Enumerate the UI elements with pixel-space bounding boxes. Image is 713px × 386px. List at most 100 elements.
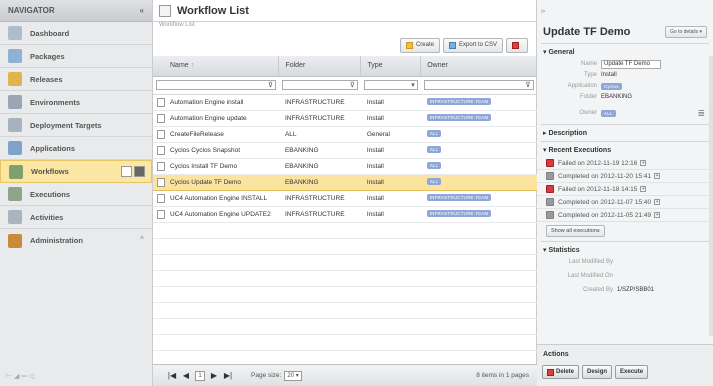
name-input[interactable]: Update TF Demo — [601, 59, 661, 69]
page-size-select[interactable]: 20 ▾ — [284, 370, 302, 381]
cell-type: Install — [360, 110, 421, 127]
sidebar-footer: ⊢ ◢ ═ ◁ — [6, 373, 34, 380]
page-title: Workflow List — [177, 4, 249, 17]
filter-cell-folder: ⊽ — [278, 76, 361, 95]
sidebar-item-deployment-targets[interactable]: Deployment Targets — [0, 114, 152, 137]
first-page-icon[interactable]: |◀ — [167, 371, 177, 381]
breadcrumb[interactable]: Workflow List — [153, 22, 536, 34]
execution-item[interactable]: Failed on 2012-11-18 14:15 + — [537, 183, 713, 196]
table-row[interactable]: Automation Engine install INFRASTRUCTURE I… — [153, 94, 537, 111]
document-icon — [157, 177, 165, 187]
statistics-section-header[interactable]: ▾ Statistics — [537, 243, 713, 257]
owner-badge: ALL — [426, 162, 442, 170]
view-switch[interactable] — [121, 166, 145, 177]
table-row[interactable]: Automation Engine update INFRASTRUCTURE In… — [153, 110, 537, 127]
prev-page-icon[interactable]: ◀ — [181, 371, 191, 381]
owner-badge: ALL — [426, 146, 442, 154]
delete-button[interactable]: Delete — [542, 365, 580, 379]
divider — [541, 43, 709, 44]
column-header-type[interactable]: Type — [360, 56, 422, 77]
created-by-field: Created By 1/SZP/SBB01 — [582, 287, 655, 293]
table-row[interactable]: Cyclos Install TF Demo EBANKING Install ALL — [153, 158, 537, 175]
expand-plus-icon[interactable]: + — [654, 212, 661, 218]
go-to-details-button[interactable]: Go to details ▾ — [665, 26, 707, 38]
table-row[interactable]: UC4 Automation Engine UPDATE2 INFRASTRUCT… — [153, 206, 537, 223]
workflows-icon — [9, 164, 23, 179]
executions-icon — [8, 187, 22, 201]
last-page-icon[interactable]: ▶| — [223, 371, 233, 381]
sidebar-item-packages[interactable]: Packages — [0, 45, 152, 68]
sidebar-item-dashboard[interactable]: Dashboard — [0, 22, 152, 45]
export-csv-button[interactable]: Export to CSV — [442, 37, 503, 53]
sidebar-item-environments[interactable]: Environments — [0, 91, 152, 114]
sidebar-item-activities[interactable]: Activities — [0, 206, 152, 229]
divider — [541, 241, 709, 242]
next-page-icon[interactable]: ▶ — [209, 371, 219, 381]
create-button[interactable]: Create — [399, 37, 440, 53]
column-header-name[interactable]: Name ↑ — [153, 56, 280, 77]
list-view-icon[interactable] — [134, 166, 145, 177]
execution-item[interactable]: Completed on 2012-11-20 15:41 + — [537, 170, 713, 183]
collapse-icon[interactable]: « — [140, 6, 144, 15]
execution-item[interactable]: Completed on 2012-11-07 15:40 + — [537, 196, 713, 209]
sidebar-item-administration[interactable]: Administration ^ — [0, 229, 152, 252]
cell-folder: INFRASTRUCTURE — [278, 190, 361, 207]
create-icon — [405, 41, 413, 49]
design-button[interactable]: Design — [582, 365, 613, 379]
owner-badge[interactable]: ALL — [601, 109, 616, 117]
filter-icon[interactable]: ⊽ — [268, 81, 273, 89]
type-filter-select[interactable]: ▾ — [363, 80, 418, 90]
sidebar-item-label: Administration — [30, 236, 83, 245]
execution-item[interactable]: Completed on 2012-11-05 21:49 + — [537, 209, 713, 222]
cell-name: Automation Engine update — [153, 110, 279, 127]
filter-icon[interactable]: ⊽ — [525, 81, 530, 89]
sidebar-item-workflows[interactable]: Workflows — [0, 160, 152, 183]
folder-filter-input[interactable]: ⊽ — [281, 80, 358, 90]
list-menu-icon[interactable]: ≣ — [697, 108, 705, 119]
filter-icon[interactable]: ⊽ — [350, 81, 355, 89]
sidebar-item-applications[interactable]: Applications — [0, 137, 152, 160]
execute-button[interactable]: Execute — [615, 365, 649, 379]
column-header-owner[interactable]: Owner — [420, 56, 537, 77]
execution-item[interactable]: Failed on 2012-11-19 12:16 + — [537, 157, 713, 170]
description-section-header[interactable]: ▸ Description — [537, 126, 713, 140]
owner-filter-input[interactable]: ⊽ — [423, 80, 534, 90]
expand-plus-icon[interactable]: + — [654, 173, 661, 179]
expand-arrow-icon[interactable]: ^ — [140, 236, 144, 243]
cell-owner: INFRASTRUCTURE TEAM — [420, 110, 537, 127]
cell-name: Cyclos Cyclos Snapshot — [153, 142, 279, 159]
table-row[interactable]: CreateFileRelease ALL General ALL — [153, 126, 537, 143]
table-row[interactable]: Cyclos Update TF Demo EBANKING Install ALL — [153, 173, 537, 191]
delete-toolbar-button[interactable] — [506, 37, 528, 53]
expand-icon[interactable]: ⊳ — [541, 8, 546, 15]
expand-plus-icon[interactable]: + — [640, 186, 647, 192]
document-icon — [157, 97, 165, 107]
recent-executions-header[interactable]: ▾ Recent Executions — [537, 143, 713, 157]
cell-folder: INFRASTRUCTURE — [278, 94, 361, 111]
sidebar-item-executions[interactable]: Executions — [0, 183, 152, 206]
chevron-down-icon[interactable]: ▾ — [411, 81, 415, 89]
table-row[interactable]: Cyclos Cyclos Snapshot EBANKING Install ALL — [153, 142, 537, 159]
grid-view-icon[interactable] — [121, 166, 132, 177]
detail-scrollbar[interactable] — [709, 56, 713, 336]
page-number-input[interactable]: 1 — [195, 370, 205, 381]
show-all-executions-button[interactable]: Show all executions — [546, 225, 605, 237]
export-icon — [448, 41, 456, 49]
expand-plus-icon[interactable]: + — [640, 160, 647, 166]
table-row[interactable]: UC4 Automation Engine INSTALL INFRASTRUCT… — [153, 190, 537, 207]
detail-title-bar: Update TF Demo Go to details ▾ — [537, 22, 713, 42]
general-section-header[interactable]: ▾ General — [537, 45, 713, 59]
type-field: Type Install — [583, 72, 617, 78]
divider — [541, 141, 709, 142]
list-toolbar: Create Export to CSV — [153, 34, 536, 56]
cell-owner: ALL — [420, 158, 537, 175]
name-field: Name Update TF Demo — [537, 59, 713, 69]
application-badge[interactable]: Cyclos — [601, 82, 622, 90]
name-filter-input[interactable]: ⊽ — [156, 80, 276, 90]
navigator-sidebar: NAVIGATOR « Dashboard Packages Releases Env… — [0, 0, 153, 386]
column-header-folder[interactable]: Folder — [278, 56, 362, 77]
expand-plus-icon[interactable]: + — [654, 199, 661, 205]
owner-field: Owner ALL ≣ — [579, 107, 705, 119]
cell-folder: EBANKING — [278, 142, 361, 159]
sidebar-item-releases[interactable]: Releases — [0, 68, 152, 91]
